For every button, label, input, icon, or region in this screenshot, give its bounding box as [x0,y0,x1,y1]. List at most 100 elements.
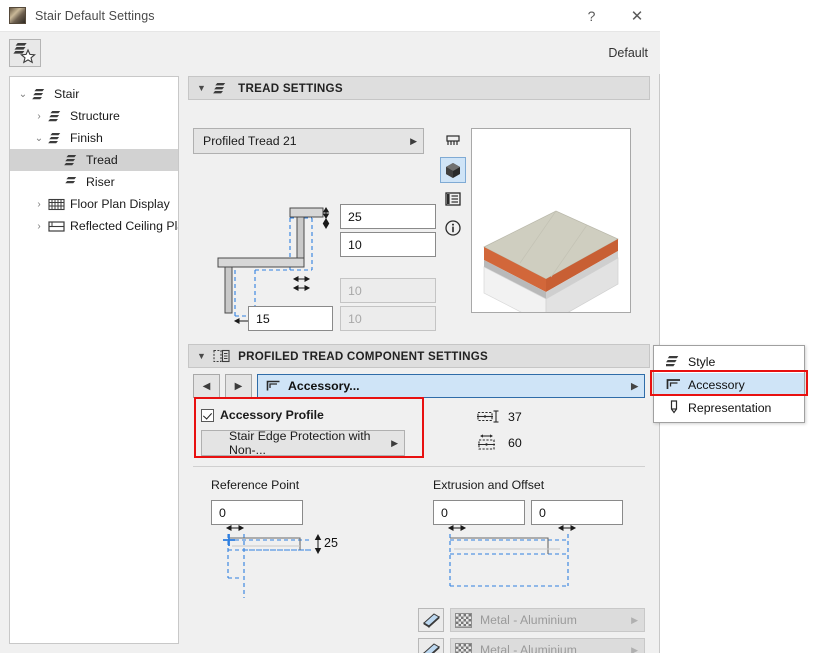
tread-type-combo[interactable]: Profiled Tread 21 ▶ [193,128,424,154]
window-title: Stair Default Settings [35,8,155,23]
tread-thickness-field[interactable]: 25 [340,204,436,229]
sidebar-item-tread[interactable]: Tread [10,149,178,171]
tread-nosing-field[interactable]: 10 [340,232,436,257]
tread-settings-body: Profiled Tread 21 ▶ 25 10 10 10 15 [188,100,650,344]
collapse-caret-icon[interactable]: › [32,221,46,232]
tread-settings-header[interactable]: ▼ TREAD SETTINGS [188,76,650,100]
collapse-caret-icon[interactable]: › [32,111,46,122]
surface-material-combo: Metal - Aluminium ▶ [450,638,645,653]
tread-riser-thickness-field[interactable]: 15 [248,306,333,331]
sidebar-item-label: Reflected Ceiling Plan [70,219,179,233]
next-component-button[interactable]: ▶ [225,374,252,398]
material-row: Metal - Aluminium ▶ [418,608,645,632]
menu-item-label: Accessory [688,377,745,392]
tread-settings-title: TREAD SETTINGS [238,81,343,95]
help-button[interactable]: ? [569,0,614,32]
extrusion-field[interactable]: 0 [433,500,525,525]
expand-caret-icon[interactable]: ⌄ [16,89,30,100]
menu-item-representation[interactable]: Representation [654,396,804,419]
component-settings-header[interactable]: ▼ PROFILED TREAD COMPONENT SETTINGS [188,344,650,368]
sidebar-item-reflected-ceiling-plan[interactable]: › Reflected Ceiling Plan [10,215,178,237]
tread-extra-value: 10 [348,311,362,326]
extrusion-offset-label: Extrusion and Offset [433,478,545,492]
list-view-icon [445,192,461,206]
default-label: Default [608,46,648,60]
surface-material-value: Metal - Aluminium [480,643,577,653]
chevron-right-icon: ▶ [391,437,398,448]
surface-material-icon [418,608,444,632]
menu-item-label: Representation [688,400,772,415]
offset-field[interactable]: 0 [531,500,623,525]
sidebar-item-floor-plan-display[interactable]: › Floor Plan Display [10,193,178,215]
tread-riser-thickness-value: 15 [256,311,270,326]
stair-icon [30,88,50,101]
sidebar-item-stair[interactable]: ⌄ Stair [10,83,178,105]
menu-item-style[interactable]: Style [654,350,804,373]
surface-material-icon [418,638,444,653]
view-mode-3d-button[interactable] [440,157,466,183]
favorites-button[interactable] [9,39,41,67]
tread-overhang-value: 10 [348,283,362,298]
component-type-value: Accessory... [288,379,360,393]
stair-favorite-icon [13,43,36,64]
ceiling-plan-icon [46,220,66,233]
view-mode-info-button[interactable] [440,215,466,241]
sidebar-item-riser[interactable]: Riser [10,171,178,193]
app-icon [9,7,26,24]
sidebar-item-finish[interactable]: ⌄ Finish [10,127,178,149]
window-controls: ? ✕ [569,0,660,32]
menu-item-accessory[interactable]: Accessory [654,373,804,396]
material-row: Metal - Aluminium ▶ [418,638,645,653]
stair-default-settings-dialog: Stair Default Settings ? ✕ Default ⌄ Sta… [0,0,660,653]
sidebar-item-label: Riser [86,175,115,189]
profile-height-value: 37 [508,410,522,424]
dialog-toolbar: Default [0,32,660,74]
close-button[interactable]: ✕ [614,0,660,32]
collapse-caret-icon[interactable]: › [32,199,46,210]
riser-icon [62,176,82,189]
chevron-right-icon: ▶ [631,380,638,391]
accessory-icon [266,380,281,392]
profile-width-icon [478,434,495,450]
tread-nosing-value: 10 [348,237,362,252]
finish-icon [46,132,66,145]
structure-icon [46,110,66,123]
component-settings-icon [213,349,230,363]
reference-point-dim-label: 25 [324,536,338,550]
extrusion-value: 0 [441,505,448,520]
title-bar: Stair Default Settings ? ✕ [0,0,660,32]
accessory-profile-checkbox-row[interactable]: Accessory Profile [201,408,324,422]
reference-point-diagram: 25 [223,524,338,598]
tread-3d-preview[interactable] [471,128,631,313]
accessory-profile-checkbox[interactable] [201,408,214,422]
previous-component-button[interactable]: ◀ [193,374,220,398]
style-icon [666,355,688,368]
component-settings-body: ◀ ▶ Accessory... ▶ Accessory Profile Sta… [188,368,650,653]
reference-point-field[interactable]: 0 [211,500,303,525]
surface-material-combo: Metal - Aluminium ▶ [450,608,645,632]
tread-extra-field: 10 [340,306,436,331]
2d-symbol-icon [446,135,460,145]
component-type-menu: Style Accessory Representation [653,345,805,423]
sidebar-item-label: Floor Plan Display [70,197,170,211]
chevron-right-icon: ▶ [631,644,638,653]
tread-type-value: Profiled Tread 21 [203,134,297,148]
accessory-icon [666,378,688,391]
sidebar-item-structure[interactable]: › Structure [10,105,178,127]
profile-height-readout: 37 [476,408,522,426]
expand-caret-icon[interactable]: ⌄ [32,133,46,144]
view-mode-list-button[interactable] [440,186,466,212]
floor-plan-icon [46,198,66,211]
checkered-swatch [455,612,472,628]
sidebar-item-label: Stair [54,87,80,101]
settings-tree-panel: ⌄ Stair › Structure ⌄ Finish Tread Riser › Floor … [9,76,179,644]
collapse-caret-icon[interactable]: ▼ [197,83,206,93]
component-type-combo[interactable]: Accessory... ▶ [257,374,645,398]
accessory-profile-combo[interactable]: Stair Edge Protection with Non-... ▶ [201,429,405,457]
view-mode-2d-button[interactable] [440,128,466,154]
accessory-profile-label: Accessory Profile [220,408,324,422]
collapse-caret-icon[interactable]: ▼ [197,351,206,361]
material-rows: Metal - Aluminium ▶ Metal - Aluminium ▶ [418,608,645,653]
sidebar-item-label: Tread [86,153,118,167]
reference-point-label: Reference Point [211,478,300,492]
